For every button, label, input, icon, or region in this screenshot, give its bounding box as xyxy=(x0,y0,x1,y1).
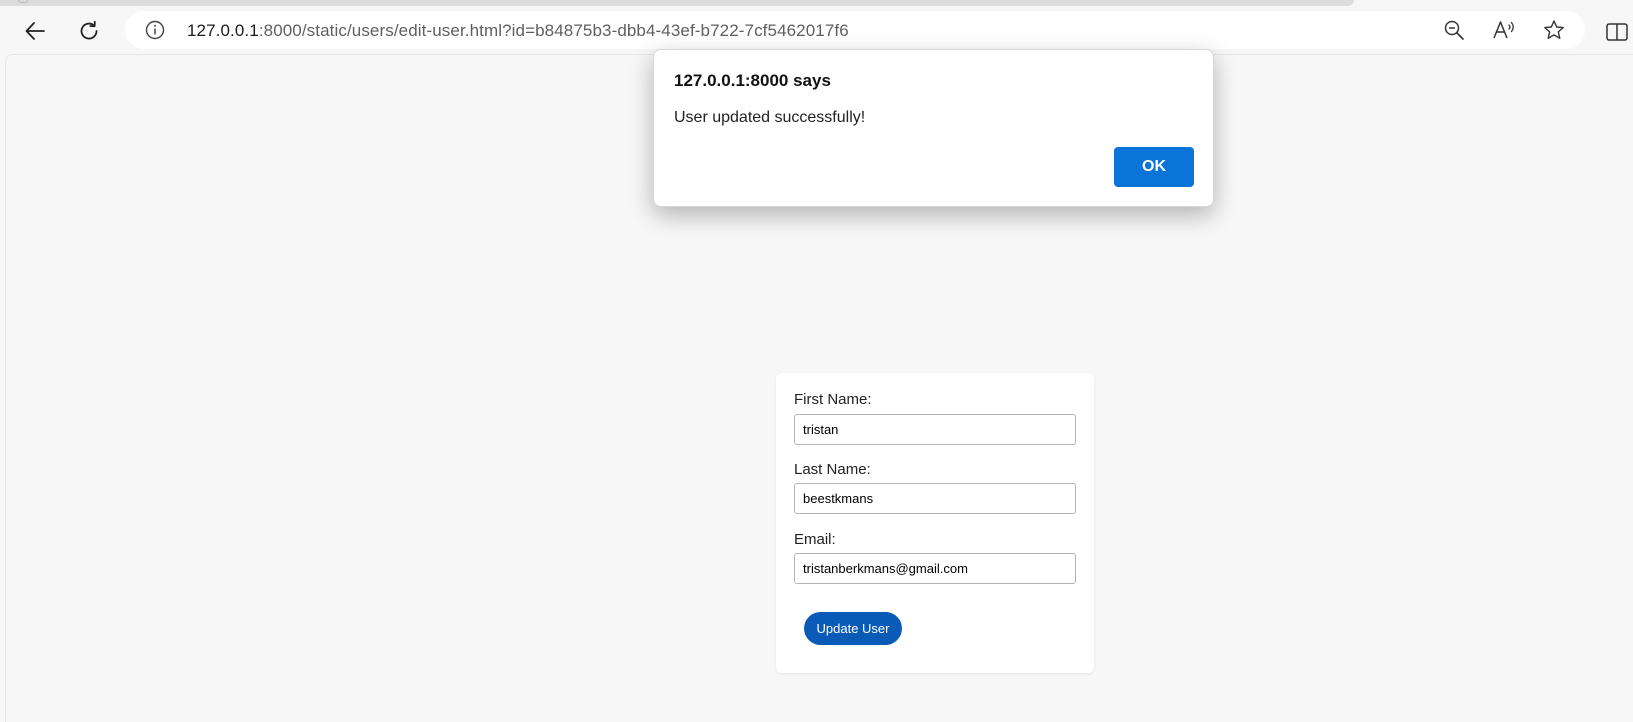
zoom-out-icon xyxy=(1444,20,1464,40)
email-label: Email: xyxy=(794,531,836,548)
reload-button[interactable] xyxy=(72,14,106,48)
tab-icon xyxy=(18,0,28,3)
dialog-message: User updated successfully! xyxy=(674,109,866,126)
back-button[interactable] xyxy=(18,14,52,48)
star-icon xyxy=(1544,20,1564,39)
first-name-label: First Name: xyxy=(794,391,872,408)
url-path: :8000/static/users/edit-user.html?id=b84… xyxy=(258,21,849,40)
arrow-left-icon xyxy=(25,22,45,40)
edit-user-form: First Name: Last Name: Email: Update Use… xyxy=(776,373,1094,673)
url-text[interactable]: 127.0.0.1:8000/static/users/edit-user.ht… xyxy=(187,21,849,41)
browser-toolbar: 127.0.0.1:8000/static/users/edit-user.ht… xyxy=(0,6,1633,54)
ok-button[interactable]: OK xyxy=(1114,147,1194,187)
zoom-button[interactable] xyxy=(1442,18,1466,42)
address-bar[interactable]: 127.0.0.1:8000/static/users/edit-user.ht… xyxy=(125,11,1585,49)
favorite-button[interactable] xyxy=(1542,18,1566,42)
reload-icon xyxy=(80,20,98,40)
read-aloud-button[interactable] xyxy=(1492,18,1516,42)
update-user-button[interactable]: Update User xyxy=(804,612,902,645)
last-name-input[interactable] xyxy=(794,483,1076,514)
dialog-title: 127.0.0.1:8000 says xyxy=(674,71,831,90)
last-name-label: Last Name: xyxy=(794,461,871,478)
first-name-input[interactable] xyxy=(794,414,1076,445)
split-screen-icon[interactable] xyxy=(1606,22,1628,42)
url-host: 127.0.0.1 xyxy=(187,21,259,40)
email-input[interactable] xyxy=(794,553,1076,584)
read-aloud-icon xyxy=(1493,21,1514,39)
info-icon[interactable] xyxy=(145,20,165,40)
alert-dialog: 127.0.0.1:8000 says User updated success… xyxy=(653,49,1214,207)
